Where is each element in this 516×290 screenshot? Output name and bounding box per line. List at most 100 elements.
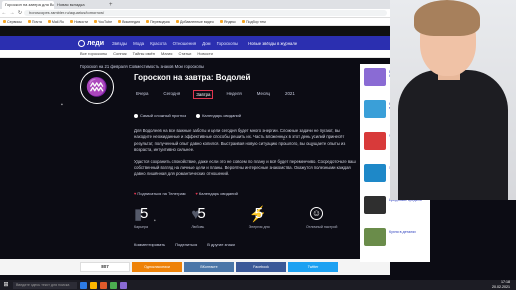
browser-tab[interactable]: Новая вкладка: [54, 1, 106, 9]
dating-calendar-link[interactable]: ♥Календарь свиданий: [196, 191, 238, 196]
logo-text: леди: [87, 39, 104, 47]
feature-tag-label: Календарь свиданий: [202, 113, 241, 118]
action-label: Календарь свиданий: [198, 191, 238, 196]
stat-value: 5: [140, 205, 149, 222]
heart-icon: ♥: [195, 191, 198, 196]
ad-image: [364, 132, 386, 150]
menu-item[interactable]: Гороскопы: [217, 41, 239, 46]
tab-tomorrow[interactable]: Завтра: [193, 90, 214, 99]
bottom-links: Комментировать Поделиться В другие знаки: [134, 242, 245, 247]
menu-item[interactable]: Отношения: [173, 41, 197, 46]
feature-tags: Самый сложный прогноз Календарь свиданий: [134, 113, 251, 118]
bookmark-item[interactable]: Яндекс: [220, 20, 236, 24]
page-title: Гороскоп на завтра: Водолей: [134, 73, 251, 82]
forward-icon[interactable]: →: [8, 10, 16, 16]
browser-tabbar: Гороскоп на завтра для Водолея Новая вкл…: [0, 0, 390, 9]
logo-icon: [78, 39, 85, 47]
feature-tag-label: Самый сложный прогноз: [140, 113, 187, 118]
bookmarks-bar: Сервисы Почта Mail.Ru Новости YouTube Ви…: [0, 18, 390, 26]
breadcrumb[interactable]: Гороскоп на 21 февраля Совместимость зна…: [80, 64, 204, 69]
header-cta-link[interactable]: Новые звёзды в журнале: [248, 41, 297, 46]
stat-label: Любовь: [191, 225, 205, 229]
bookmark-item[interactable]: Сервисы: [3, 20, 22, 24]
subnav-item[interactable]: Тайны имён: [133, 51, 155, 56]
clock-date: 20.02.2021: [492, 285, 510, 289]
bookmark-item[interactable]: Википедия: [118, 20, 140, 24]
site-logo[interactable]: леди: [78, 39, 104, 47]
feature-tag[interactable]: Самый сложный прогноз: [134, 113, 186, 118]
smiley-icon: ☺: [309, 207, 323, 220]
subscribe-link[interactable]: ♥Подписаться на Телеграм: [134, 191, 186, 196]
aquarius-sign-icon: ♒: [80, 70, 114, 104]
share-button-facebook[interactable]: Facebook: [236, 262, 286, 272]
share-button-vk[interactable]: ВКонтакте: [184, 262, 234, 272]
action-row: ♥Подписаться на Телеграм ♥Календарь свид…: [134, 191, 248, 196]
person-hair: [414, 0, 480, 36]
webcam-overlay: [390, 0, 516, 200]
tab-year[interactable]: 2021: [283, 90, 297, 99]
stat-value: 5: [197, 205, 206, 222]
taskbar-clock[interactable]: 17:18 20.02.2021: [492, 280, 510, 290]
browser-tab-active[interactable]: Гороскоп на завтра для Водолея: [2, 1, 54, 9]
stat-label: Энергия дня: [248, 225, 270, 229]
bookmark-item[interactable]: Mail.Ru: [48, 20, 64, 24]
address-bar: ← → ↻ horoscopes.rambler.ru/aquarius/tom…: [0, 9, 390, 18]
dot-icon: [134, 113, 138, 118]
menu-item[interactable]: Дом: [202, 41, 210, 46]
heart-icon: [196, 113, 201, 118]
paragraph: Удастся сохранить спокойствие, даже если…: [134, 158, 356, 177]
share-count: 807: [80, 262, 130, 272]
ad-text: Кухня в деталях: [389, 230, 416, 234]
tab-week[interactable]: Неделя: [224, 90, 243, 99]
feature-tag[interactable]: Календарь свиданий: [196, 113, 241, 118]
tab-today[interactable]: Сегодня: [161, 90, 182, 99]
taskbar-search[interactable]: Введите здесь текст для поиска: [13, 281, 77, 289]
tab-month[interactable]: Месяц: [255, 90, 272, 99]
screen: Гороскоп на завтра для Водолея Новая вкл…: [0, 0, 516, 290]
taskbar-app-icon[interactable]: [90, 281, 97, 289]
taskbar-app-icon[interactable]: [110, 281, 117, 289]
paragraph: Для Водолеев на все важные заботы и цели…: [134, 128, 346, 153]
bookmark-item[interactable]: Новости: [70, 20, 88, 24]
subnav-item[interactable]: Статьи: [178, 51, 191, 56]
ad-item[interactable]: Кухня в деталях: [364, 228, 426, 256]
bookmark-item[interactable]: Подбор тем: [242, 20, 266, 24]
stat-love: ♥ 5 Любовь: [191, 205, 241, 231]
rating-stats: ▮ 5 Карьера ♥ 5 Любовь ⚡ 5 Энергия дня ☺…: [134, 205, 356, 231]
person-body: [398, 70, 508, 200]
stat-label: Карьера: [134, 225, 148, 229]
taskbar-app-icon[interactable]: [80, 281, 87, 289]
other-signs-link[interactable]: В другие знаки: [207, 242, 235, 247]
back-icon[interactable]: ←: [0, 10, 8, 16]
stat-label: Отличный настрой: [305, 225, 338, 229]
tab-yesterday[interactable]: Вчера: [134, 90, 150, 99]
new-tab-button[interactable]: +: [106, 1, 113, 9]
taskbar-app-icon[interactable]: [120, 281, 127, 289]
comment-link[interactable]: Комментировать: [134, 242, 165, 247]
subnav-item[interactable]: Новости: [197, 51, 212, 56]
menu-item[interactable]: Красота: [150, 41, 166, 46]
share-button-odnoklassniki[interactable]: Одноклассники: [132, 262, 182, 272]
share-bar: 807 Одноклассники ВКонтакте Facebook Twi…: [0, 259, 390, 275]
menu-item[interactable]: Звёзды: [112, 41, 127, 46]
subnav-item[interactable]: Магия: [161, 51, 172, 56]
bookmark-item[interactable]: YouTube: [94, 20, 112, 24]
menu-item[interactable]: Мода: [133, 41, 144, 46]
share-link[interactable]: Поделиться: [175, 242, 197, 247]
ad-image: [364, 68, 386, 86]
ad-item[interactable]: Цифровые кредиты: [364, 196, 426, 224]
subnav-item[interactable]: Все гороскопы: [80, 51, 107, 56]
stat-energy: ⚡ 5 Энергия дня: [249, 205, 299, 231]
share-button-twitter[interactable]: Twitter: [288, 262, 338, 272]
bookmark-item[interactable]: Почта: [28, 20, 42, 24]
taskbar: ⊞ Введите здесь текст для поиска 17:18 2…: [0, 280, 516, 290]
url-field[interactable]: horoscopes.rambler.ru/aquarius/tomorrow/: [24, 10, 387, 16]
taskbar-app-icon[interactable]: [100, 281, 107, 289]
reload-icon[interactable]: ↻: [16, 10, 24, 16]
windows-start-icon[interactable]: ⊞: [2, 281, 10, 289]
bookmark-item[interactable]: Переводчик: [146, 20, 170, 24]
subnav-item[interactable]: Сонник: [113, 51, 127, 56]
stat-career: ▮ 5 Карьера: [134, 205, 184, 231]
action-label: Подписаться на Телеграм: [137, 191, 186, 196]
bookmark-item[interactable]: Добавленные видео: [176, 20, 214, 24]
